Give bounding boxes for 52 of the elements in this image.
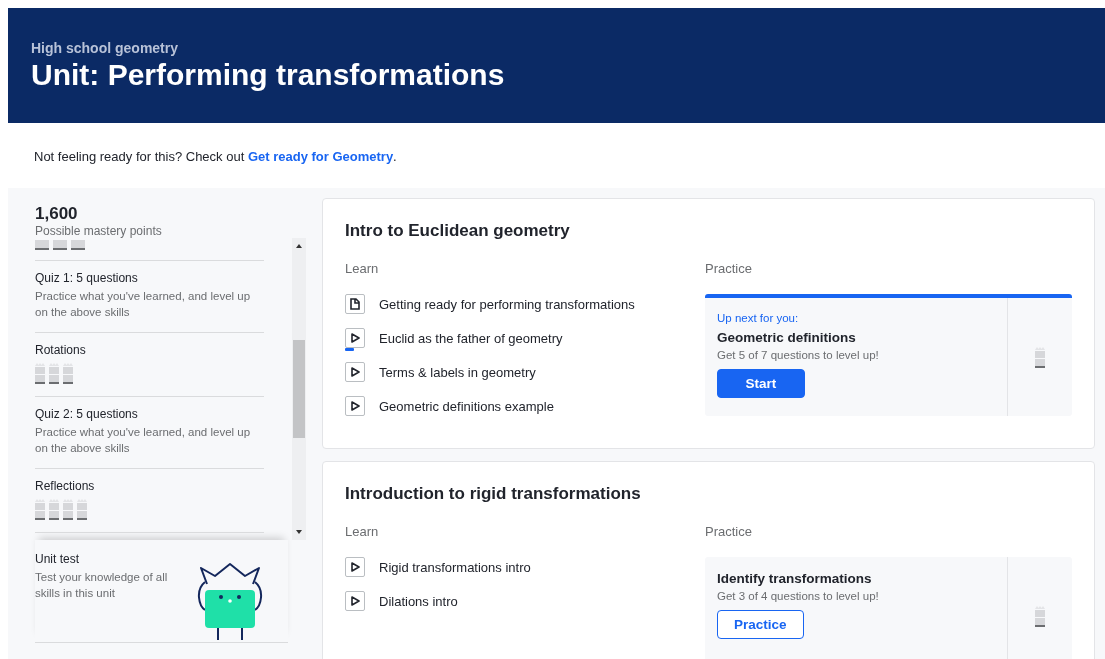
lesson-link[interactable]: Rigid transformations intro [379, 559, 531, 575]
scrollbar[interactable] [292, 238, 306, 540]
triangle-icon [350, 562, 360, 572]
skill-level-icon [71, 240, 85, 250]
start-button[interactable]: Start [717, 369, 805, 398]
sidebar-item-title[interactable]: Reflections [35, 479, 264, 493]
skill-level-icon [35, 240, 49, 250]
lesson-title: Introduction to rigid transformations [345, 484, 642, 504]
mastery-points: 1,600 [35, 204, 79, 224]
lesson-link[interactable]: Dilations intro [379, 593, 458, 609]
lesson-link[interactable]: Euclid as the father of geometry [379, 330, 563, 346]
subject-label: High school geometry [31, 40, 180, 56]
exercise-title: Geometric definitions [717, 330, 857, 345]
sidebar-item-description: Practice what you've learned, and level up on the above skills [35, 289, 252, 320]
skill-level-icon [1035, 605, 1045, 627]
practice-button[interactable]: Practice [717, 610, 804, 639]
triangle-icon [350, 333, 360, 343]
geometry-link[interactable]: Get ready for Geometry [247, 149, 394, 164]
learn-label: Learn [345, 261, 380, 276]
exercise-goal: Get 3 of 4 questions to level up! [717, 590, 880, 602]
readiness-notice: Not feeling ready for this? Check out Get ready for Geometry. [34, 149, 398, 164]
document-icon [350, 298, 360, 310]
sidebar-item-title[interactable]: Rotations [35, 343, 264, 357]
play-icon[interactable] [345, 328, 365, 348]
triangle-icon [350, 596, 360, 606]
skill-level-icon [53, 240, 67, 250]
learn-label: Learn [345, 524, 380, 539]
play-icon[interactable] [345, 557, 365, 577]
play-icon[interactable] [345, 591, 365, 611]
lesson-link[interactable]: Terms & labels in geometry [379, 364, 536, 380]
play-icon[interactable] [345, 362, 365, 382]
unit-test-title: Unit test [35, 552, 80, 566]
article-icon[interactable] [345, 294, 365, 314]
lesson-link[interactable]: Getting ready for performing transformations [379, 296, 635, 312]
sidebar-item-description: Practice what you've learned, and level up on the above skills [35, 425, 252, 456]
lesson-link[interactable]: Geometric definitions example [379, 398, 554, 414]
sidebar-item-title[interactable]: Quiz 1: 5 questions [35, 271, 264, 285]
unit-test-description: Test your knowledge of all skills in this unit [35, 570, 169, 601]
sidebar-item-title[interactable]: Quiz 2: 5 questions [35, 407, 264, 421]
unit-test-panel[interactable]: Unit test Test your knowledge of all skills in this unit [35, 540, 288, 643]
practice-label: Practice [705, 261, 753, 276]
unit-title: Unit: Performing transformations [31, 58, 506, 92]
practice-label: Practice [705, 524, 753, 539]
skill-level-icon [1035, 346, 1045, 368]
exercise-title: Identify transformations [717, 571, 873, 586]
exercise-goal: Get 5 of 7 questions to level up! [717, 349, 880, 361]
up-next-label: Up next for you: [717, 312, 800, 324]
triangle-icon [350, 367, 360, 377]
triangle-icon [350, 401, 360, 411]
mastery-points-label: Possible mastery points [35, 224, 163, 238]
play-icon[interactable] [345, 396, 365, 416]
lesson-title: Intro to Euclidean geometry [345, 221, 571, 241]
